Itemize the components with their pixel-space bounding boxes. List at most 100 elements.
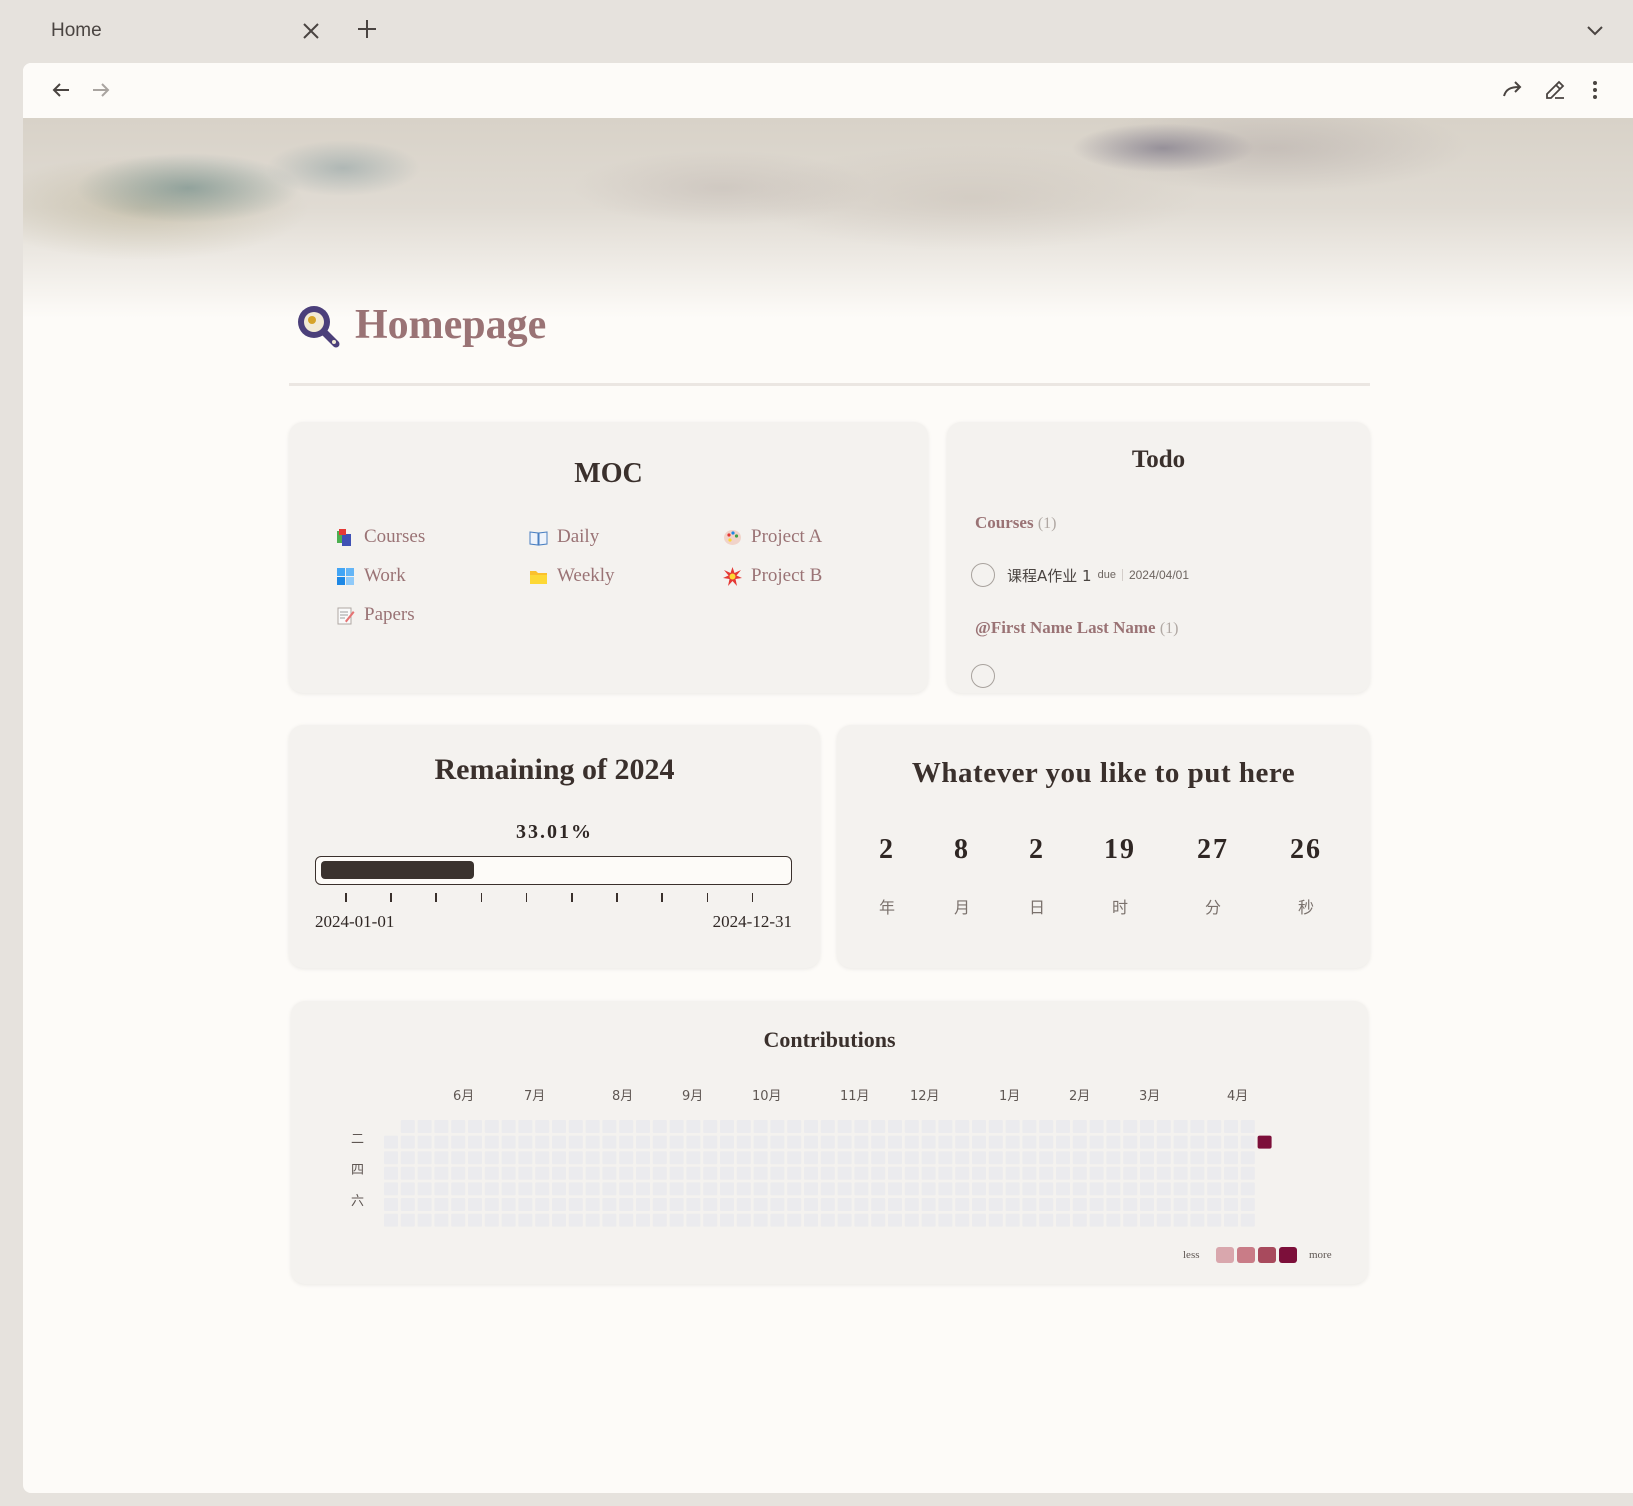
contribution-cell[interactable] <box>1240 1166 1255 1180</box>
moc-link-papers[interactable]: Papers <box>336 604 415 626</box>
contribution-cell[interactable] <box>518 1135 533 1149</box>
contribution-cell[interactable] <box>1156 1213 1171 1227</box>
contribution-cell[interactable] <box>602 1182 617 1196</box>
contribution-cell[interactable] <box>501 1213 516 1227</box>
contribution-cell[interactable] <box>468 1135 482 1149</box>
contribution-cell[interactable] <box>434 1166 449 1180</box>
contribution-cell[interactable] <box>1022 1198 1037 1211</box>
contribution-cell[interactable] <box>434 1182 449 1196</box>
contribution-cell[interactable] <box>1056 1182 1070 1196</box>
contribution-cell[interactable] <box>703 1198 718 1211</box>
more-vertical-icon[interactable] <box>1583 78 1607 102</box>
contribution-cell[interactable] <box>1072 1151 1087 1165</box>
contribution-cell[interactable] <box>921 1120 936 1133</box>
contribution-cell[interactable] <box>988 1151 1003 1165</box>
contribution-cell[interactable] <box>1022 1120 1037 1133</box>
contribution-cell[interactable] <box>1005 1182 1020 1196</box>
contribution-cell[interactable] <box>1089 1151 1104 1165</box>
contribution-cell[interactable] <box>1173 1120 1188 1133</box>
contribution-cell[interactable] <box>669 1120 684 1133</box>
contribution-cell[interactable] <box>686 1166 701 1180</box>
contribution-cell[interactable] <box>871 1120 886 1133</box>
contribution-cell[interactable] <box>888 1120 902 1133</box>
contribution-cell[interactable] <box>1089 1120 1104 1133</box>
contribution-cell[interactable] <box>787 1166 802 1180</box>
contribution-cell[interactable] <box>1240 1151 1255 1165</box>
contribution-cell[interactable] <box>854 1151 869 1165</box>
contribution-cell[interactable] <box>568 1198 583 1211</box>
contribution-cell[interactable] <box>972 1120 986 1133</box>
contribution-cell[interactable] <box>1190 1213 1205 1227</box>
share-icon[interactable] <box>1501 78 1525 102</box>
contribution-cell[interactable] <box>686 1213 701 1227</box>
contribution-cell[interactable] <box>837 1198 852 1211</box>
contribution-cell[interactable] <box>1106 1182 1121 1196</box>
contribution-cell[interactable] <box>1140 1120 1154 1133</box>
moc-link-work[interactable]: Work <box>336 565 406 587</box>
contribution-cell[interactable] <box>1207 1151 1222 1165</box>
contribution-cell[interactable] <box>518 1166 533 1180</box>
contribution-cell[interactable] <box>468 1120 482 1133</box>
contribution-cell[interactable] <box>568 1120 583 1133</box>
contribution-cell[interactable] <box>720 1182 734 1196</box>
contribution-cell[interactable] <box>804 1213 818 1227</box>
contribution-cell[interactable] <box>871 1166 886 1180</box>
contribution-cell[interactable] <box>1072 1198 1087 1211</box>
contribution-cell[interactable] <box>417 1198 432 1211</box>
contribution-cell[interactable] <box>1156 1198 1171 1211</box>
contribution-cell[interactable] <box>1207 1213 1222 1227</box>
contribution-cell[interactable] <box>535 1213 550 1227</box>
contribution-cell[interactable] <box>837 1182 852 1196</box>
contribution-cell[interactable] <box>854 1182 869 1196</box>
contribution-cell[interactable] <box>972 1213 986 1227</box>
contribution-cell[interactable] <box>753 1166 768 1180</box>
contribution-cell[interactable] <box>686 1182 701 1196</box>
contribution-cell[interactable] <box>1123 1166 1138 1180</box>
moc-link-daily[interactable]: Daily <box>529 526 599 548</box>
contribution-cell[interactable] <box>988 1182 1003 1196</box>
contribution-cell[interactable] <box>1089 1213 1104 1227</box>
moc-link-project-a[interactable]: Project A <box>723 526 822 548</box>
contribution-cell[interactable] <box>1224 1198 1238 1211</box>
contribution-cell[interactable] <box>871 1182 886 1196</box>
contribution-cell[interactable] <box>1156 1182 1171 1196</box>
contribution-cell[interactable] <box>636 1166 650 1180</box>
close-icon[interactable] <box>300 20 322 42</box>
contribution-cell[interactable] <box>703 1120 718 1133</box>
contribution-cell[interactable] <box>1022 1182 1037 1196</box>
contribution-cell[interactable] <box>1140 1182 1154 1196</box>
contribution-cell[interactable] <box>837 1120 852 1133</box>
contribution-cell[interactable] <box>1240 1135 1255 1149</box>
contribution-cell[interactable] <box>921 1151 936 1165</box>
contribution-cell[interactable] <box>1056 1120 1070 1133</box>
contribution-cell[interactable] <box>871 1213 886 1227</box>
contribution-cell[interactable] <box>1089 1135 1104 1149</box>
contribution-cell[interactable] <box>1072 1213 1087 1227</box>
contribution-cell[interactable] <box>736 1182 751 1196</box>
contribution-cell[interactable] <box>787 1198 802 1211</box>
contribution-cell[interactable] <box>921 1213 936 1227</box>
contribution-cell[interactable] <box>1089 1166 1104 1180</box>
contribution-cell[interactable] <box>1224 1182 1238 1196</box>
contribution-cell[interactable] <box>787 1182 802 1196</box>
contribution-cell[interactable] <box>636 1135 650 1149</box>
contribution-cell[interactable] <box>552 1213 566 1227</box>
contribution-cell[interactable] <box>552 1151 566 1165</box>
contribution-cell[interactable] <box>400 1151 415 1165</box>
contribution-cell[interactable] <box>1224 1151 1238 1165</box>
contribution-cell[interactable] <box>400 1120 415 1133</box>
contribution-cell[interactable] <box>1123 1151 1138 1165</box>
contribution-cell[interactable] <box>955 1135 970 1149</box>
contribution-cell[interactable] <box>904 1182 919 1196</box>
contribution-cell[interactable] <box>468 1151 482 1165</box>
contribution-cell[interactable] <box>669 1213 684 1227</box>
contribution-cell[interactable] <box>1039 1213 1054 1227</box>
contribution-cell[interactable] <box>417 1213 432 1227</box>
contribution-cell[interactable] <box>820 1198 835 1211</box>
contribution-cell[interactable] <box>1089 1182 1104 1196</box>
contribution-cell[interactable] <box>434 1135 449 1149</box>
contribution-cell[interactable] <box>1039 1166 1054 1180</box>
contribution-cell[interactable] <box>988 1120 1003 1133</box>
contribution-cell[interactable] <box>703 1151 718 1165</box>
contribution-cell[interactable] <box>652 1166 667 1180</box>
